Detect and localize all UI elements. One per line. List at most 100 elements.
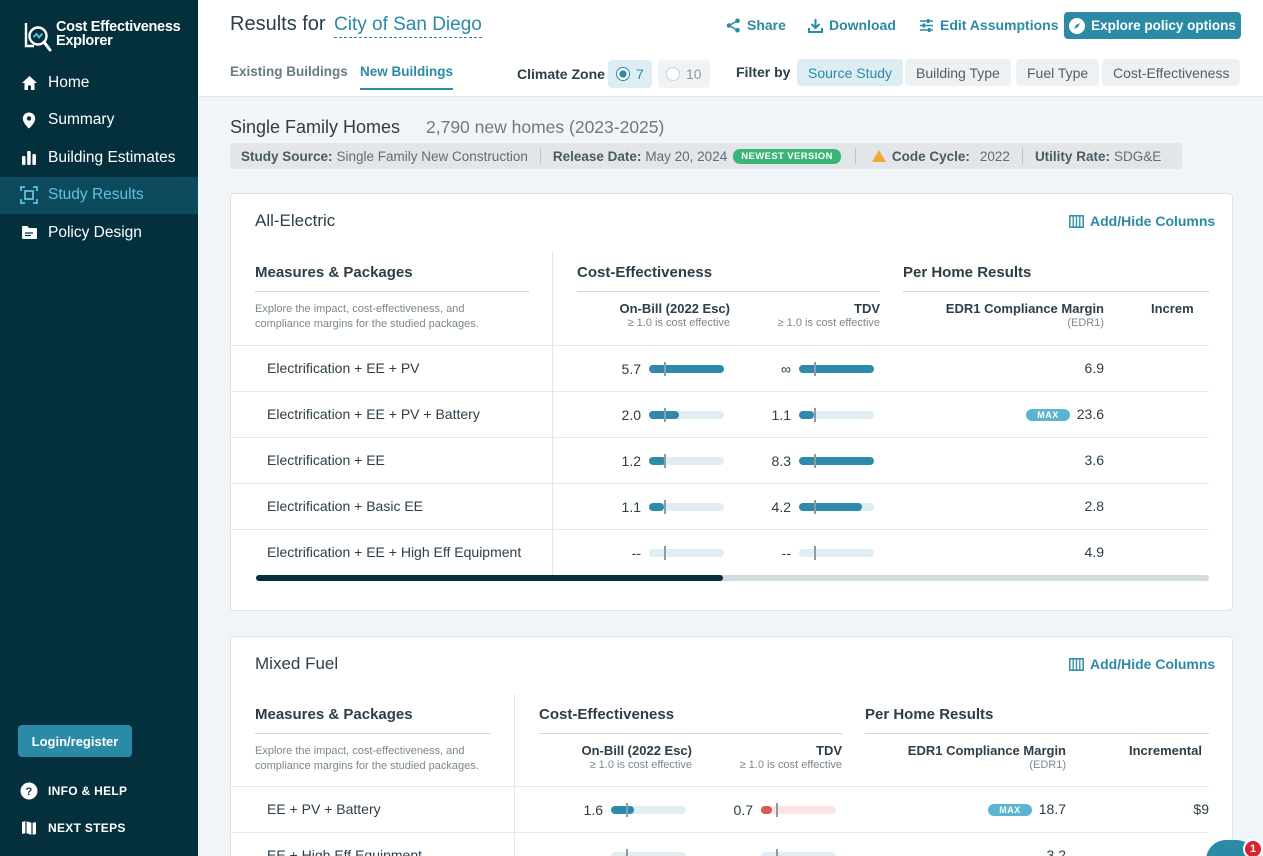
onbill-cell: 2.0 (601, 392, 724, 438)
table-row[interactable]: Electrification + EE 1.2 8.3 3.6 (231, 437, 1209, 483)
sidebar-item-study-results[interactable]: Study Results (0, 176, 198, 214)
sidebar-item-summary[interactable]: Summary (0, 102, 198, 140)
package-name[interactable]: EE + High Eff Equipment (267, 847, 422, 856)
tdv-bar-threshold-tick (814, 546, 816, 560)
tdv-bar-fill (799, 365, 874, 373)
edr-value: 3.6 (1084, 452, 1104, 468)
svg-text:?: ? (25, 786, 32, 798)
climate-zone-7-radio[interactable]: 7 (608, 60, 652, 88)
add-hide-columns-label: Add/Hide Columns (1090, 656, 1216, 672)
edr-value: 3.2 (1046, 847, 1066, 856)
app-title: Cost Effectiveness Explorer (56, 20, 181, 49)
columns-icon (1069, 214, 1084, 228)
add-hide-columns-button[interactable]: Add/Hide Columns (1069, 213, 1215, 229)
incremental-column-label: Incremental (1129, 743, 1202, 758)
table-row[interactable]: Electrification + Basic EE 1.1 4.2 2.8 (231, 483, 1209, 529)
sidebar-item-building-estimates[interactable]: Building Estimates (0, 139, 198, 177)
onbill-column-header[interactable]: On-Bill (2022 Esc) ≥ 1.0 is cost effecti… (611, 301, 730, 329)
tdv-column-subtitle: ≥ 1.0 is cost effective (739, 759, 842, 771)
table-row[interactable]: EE + High Eff Equipment -- -- 3.2 (231, 832, 1209, 856)
download-button[interactable]: Download (808, 17, 896, 33)
tdv-bar (761, 803, 836, 817)
map-pin-icon (20, 111, 38, 129)
edr-column-header[interactable]: EDR1 Compliance Margin (EDR1) (893, 743, 1066, 771)
onbill-bar (649, 362, 724, 376)
utility-rate-value: SDG&E (1113, 148, 1162, 164)
filter-source-study[interactable]: Source Study (797, 59, 904, 86)
study-source-value[interactable]: Single Family New Construction (337, 149, 528, 164)
table-row[interactable]: Electrification + EE + PV 5.7 ∞ 6.9 (231, 345, 1209, 391)
onbill-value: 2.0 (621, 407, 641, 423)
results-for-label: Results for (230, 13, 326, 35)
login-register-button[interactable]: Login/register (18, 725, 132, 757)
tdv-cell: 0.7 (713, 787, 836, 833)
package-name[interactable]: Electrification + EE (267, 452, 385, 468)
per-home-results-header: Per Home Results (903, 264, 1209, 292)
next-steps-link[interactable]: NEXT STEPS (20, 819, 126, 837)
question-circle-icon: ? (20, 782, 38, 800)
tdv-bar-threshold-tick (814, 500, 816, 514)
tdv-column-header[interactable]: TDV ≥ 1.0 is cost effective (723, 743, 842, 771)
edit-assumptions-label: Edit Assumptions (940, 17, 1059, 33)
climate-zone-10-label: 10 (686, 66, 702, 82)
radio-selected-icon (616, 67, 630, 81)
incremental-column-header[interactable]: Increm (1151, 301, 1209, 316)
tdv-cell: -- (713, 833, 836, 856)
onbill-column-header[interactable]: On-Bill (2022 Esc) ≥ 1.0 is cost effecti… (573, 743, 692, 771)
tdv-bar (799, 454, 874, 468)
edr-value: 18.7 (1038, 801, 1066, 817)
onbill-value: 1.2 (621, 453, 641, 469)
edr-column-label: EDR1 Compliance Margin (945, 301, 1104, 316)
tdv-bar-fill (799, 503, 862, 511)
tdv-cell: 1.1 (751, 392, 874, 438)
code-cycle-label: Code Cycle: (891, 148, 970, 164)
edr-column-header[interactable]: EDR1 Compliance Margin (EDR1) (931, 301, 1104, 329)
share-button[interactable]: Share (726, 17, 786, 33)
package-name[interactable]: Electrification + EE + High Eff Equipmen… (267, 544, 521, 560)
edr-value: 6.9 (1084, 360, 1104, 376)
package-name[interactable]: Electrification + Basic EE (267, 498, 423, 514)
scrollbar-thumb[interactable] (256, 575, 723, 581)
edr-value: 4.9 (1084, 544, 1104, 560)
onbill-column-subtitle: ≥ 1.0 is cost effective (589, 759, 692, 771)
share-icon (726, 18, 740, 32)
table-row[interactable]: Electrification + EE + PV + Battery 2.0 1.… (231, 391, 1209, 437)
measures-description-line2: compliance margins for the studied packa… (255, 760, 479, 772)
tab-existing-buildings[interactable]: Existing Buildings (230, 64, 348, 88)
edit-assumptions-button[interactable]: Edit Assumptions (919, 17, 1059, 33)
horizontal-scrollbar[interactable] (256, 575, 1209, 581)
filter-cost-effectiveness[interactable]: Cost-Effectiveness (1102, 59, 1241, 86)
filter-fuel-type[interactable]: Fuel Type (1016, 59, 1100, 86)
onbill-bar-threshold-tick (664, 500, 666, 514)
climate-zone-10-radio[interactable]: 10 (658, 60, 710, 88)
info-help-link[interactable]: ? INFO & HELP (20, 782, 127, 800)
share-label: Share (747, 17, 786, 33)
package-name[interactable]: Electrification + EE + PV + Battery (267, 406, 480, 422)
package-name[interactable]: Electrification + EE + PV (267, 360, 420, 376)
app-logo[interactable]: Cost Effectiveness Explorer (22, 20, 181, 54)
add-hide-columns-button[interactable]: Add/Hide Columns (1069, 656, 1215, 672)
incremental-value: $9 (1193, 801, 1209, 817)
city-selector[interactable]: City of San Diego (334, 14, 482, 38)
onbill-bar (649, 546, 724, 560)
measures-packages-header: Measures & Packages (255, 706, 491, 734)
map-icon (20, 819, 38, 837)
table-row[interactable]: EE + PV + Battery 1.6 0.7 MAX 18.7 $9 (231, 786, 1209, 832)
radio-unselected-icon (666, 67, 680, 81)
incremental-column-header[interactable]: Incremental (1129, 743, 1209, 758)
onbill-cell: 1.6 (563, 787, 686, 833)
sidebar-item-policy-design[interactable]: Policy Design (0, 214, 198, 252)
table-row[interactable]: Electrification + EE + High Eff Equipmen… (231, 529, 1209, 575)
filter-building-type[interactable]: Building Type (905, 59, 1011, 86)
release-date-value: May 20, 2024 (645, 148, 728, 164)
sidebar-item-home[interactable]: Home (0, 64, 198, 102)
tdv-cell: 4.2 (751, 484, 874, 530)
tab-new-buildings[interactable]: New Buildings (360, 64, 454, 90)
tdv-bar (799, 500, 874, 514)
climate-zone-label: Climate Zone (517, 66, 605, 82)
explore-policy-options-button[interactable]: Explore policy options (1064, 12, 1241, 39)
package-name[interactable]: EE + PV + Battery (267, 801, 381, 817)
tdv-column-header[interactable]: TDV ≥ 1.0 is cost effective (761, 301, 880, 329)
study-results-icon (20, 186, 38, 205)
onbill-cell: -- (601, 530, 724, 576)
